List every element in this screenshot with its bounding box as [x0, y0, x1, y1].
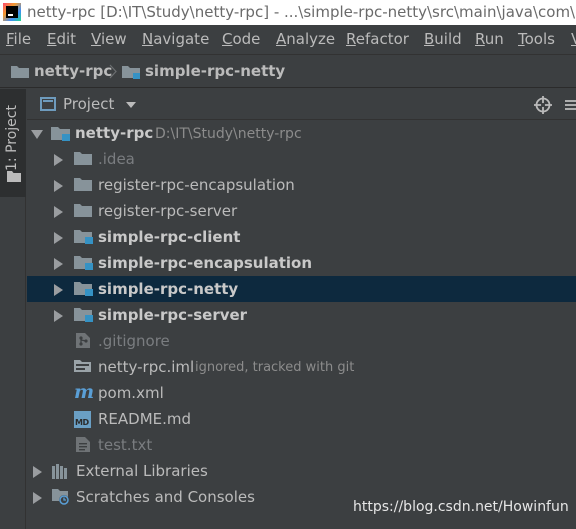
locate-file-icon[interactable]	[534, 96, 552, 114]
tree-row-pom-xml[interactable]: m pom.xml	[27, 380, 576, 406]
module-folder-icon	[122, 66, 140, 79]
tree-row-register-rpc-encapsulation[interactable]: register-rpc-encapsulation	[27, 172, 576, 198]
menu-navigate[interactable]: Navigate	[142, 25, 209, 54]
git-file-icon	[76, 333, 90, 348]
tool-window-tab-label: 1: Project	[4, 105, 20, 171]
tree-item-label: simple-rpc-client	[98, 228, 241, 246]
tree-row-root[interactable]: netty-rpc D:\IT\Study\netty-rpc	[27, 120, 576, 146]
tree-item-label: pom.xml	[98, 384, 164, 402]
maven-icon: m	[74, 381, 95, 403]
tree-item-label: test.txt	[98, 436, 153, 454]
chevron-right-icon[interactable]	[33, 492, 42, 504]
chevron-right-icon[interactable]	[54, 154, 63, 166]
folder-icon	[74, 178, 92, 191]
tree-item-path: D:\IT\Study\netty-rpc	[155, 126, 302, 142]
tree-row-simple-rpc-netty[interactable]: simple-rpc-netty	[27, 276, 576, 302]
tree-item-label: .gitignore	[98, 332, 170, 350]
scratches-icon	[52, 489, 69, 505]
module-folder-icon	[74, 256, 93, 270]
tree-item-label: simple-rpc-netty	[98, 280, 239, 298]
chevron-down-icon[interactable]	[31, 130, 43, 139]
vcs-status-hint: ignored, tracked with git	[195, 360, 355, 375]
text-file-icon	[76, 437, 90, 452]
tree-item-label: simple-rpc-server	[98, 306, 248, 324]
chevron-right-icon[interactable]	[54, 206, 63, 218]
tree-item-label: register-rpc-server	[98, 202, 238, 220]
tree-item-label: netty-rpc.iml	[98, 358, 195, 376]
folder-icon	[7, 171, 21, 182]
project-panel: Project netty-rpc D:\IT\Study\netty-rpc …	[27, 89, 576, 529]
window-title: netty-rpc [D:\IT\Study\netty-rpc] - ...\…	[27, 3, 576, 21]
chevron-right-icon[interactable]	[33, 466, 42, 478]
collapse-all-icon[interactable]	[565, 98, 576, 112]
view-selector-dropdown[interactable]	[126, 102, 136, 108]
window-title-bar: netty-rpc [D:\IT\Study\netty-rpc] - ...\…	[0, 0, 576, 25]
tree-item-label: simple-rpc-encapsulation	[98, 254, 312, 272]
chevron-right-icon[interactable]	[54, 180, 63, 192]
tree-row-netty-rpc-iml[interactable]: netty-rpc.iml ignored, tracked with git	[27, 354, 576, 380]
tree-row-test-txt[interactable]: test.txt	[27, 432, 576, 458]
menu-build[interactable]: Build	[424, 25, 462, 54]
menu-run[interactable]: Run	[475, 25, 504, 54]
breadcrumb-item-netty-rpc[interactable]: netty-rpc	[11, 55, 112, 88]
breadcrumb: netty-rpc simple-rpc-netty	[0, 54, 576, 88]
tree-row-simple-rpc-client[interactable]: simple-rpc-client	[27, 224, 576, 250]
folder-icon	[11, 66, 29, 78]
intellij-app-icon	[3, 3, 21, 21]
menu-code[interactable]: Code	[222, 25, 260, 54]
chevron-right-icon[interactable]	[54, 284, 63, 296]
chevron-right-icon[interactable]	[54, 258, 63, 270]
module-folder-icon	[51, 127, 70, 141]
menu-edit[interactable]: Edit	[47, 25, 76, 54]
module-folder-icon	[74, 282, 93, 296]
menu-view[interactable]: View	[91, 25, 127, 54]
folder-icon	[74, 204, 92, 217]
project-view-icon	[40, 97, 56, 111]
tree-item-label: netty-rpc	[75, 124, 154, 142]
module-file-icon	[74, 360, 91, 372]
chevron-right-icon[interactable]	[54, 310, 63, 322]
menu-refactor[interactable]: Refactor	[346, 25, 409, 54]
project-panel-header: Project	[27, 89, 576, 120]
menu-analyze[interactable]: Analyze	[276, 25, 335, 54]
tool-window-strip: 1: Project	[0, 89, 26, 529]
tree-row-gitignore[interactable]: .gitignore	[27, 328, 576, 354]
module-folder-icon	[74, 230, 93, 244]
tree-item-label: External Libraries	[76, 462, 208, 480]
menu-bar: File Edit View Navigate Code Analyze Ref…	[0, 25, 576, 54]
chevron-right-icon[interactable]	[54, 232, 63, 244]
tree-row-external-libraries[interactable]: External Libraries	[27, 458, 576, 484]
library-icon	[52, 464, 67, 479]
tool-window-tab-project[interactable]: 1: Project	[0, 89, 26, 197]
menu-tools[interactable]: Tools	[518, 25, 555, 54]
folder-icon	[74, 152, 92, 165]
menu-vcs[interactable]: V	[571, 25, 576, 54]
breadcrumb-item-simple-rpc-netty[interactable]: simple-rpc-netty	[122, 55, 285, 88]
markdown-file-icon: MD	[74, 411, 91, 428]
menu-file[interactable]: File	[6, 25, 31, 54]
tree-row-idea[interactable]: .idea	[27, 146, 576, 172]
watermark: https://blog.csdn.net/Howinfun	[353, 499, 569, 515]
module-folder-icon	[74, 308, 93, 322]
markdown-icon-letters: MD	[75, 418, 89, 427]
tree-row-simple-rpc-encapsulation[interactable]: simple-rpc-encapsulation	[27, 250, 576, 276]
tree-item-label: register-rpc-encapsulation	[98, 176, 295, 194]
tree-item-label: .idea	[98, 150, 135, 168]
project-panel-title: Project	[63, 95, 115, 113]
tree-row-simple-rpc-server[interactable]: simple-rpc-server	[27, 302, 576, 328]
tree-row-register-rpc-server[interactable]: register-rpc-server	[27, 198, 576, 224]
chevron-right-icon	[109, 64, 117, 79]
tree-item-label: Scratches and Consoles	[76, 488, 255, 506]
tree-row-readme[interactable]: MD README.md	[27, 406, 576, 432]
tree-item-label: README.md	[98, 410, 192, 428]
